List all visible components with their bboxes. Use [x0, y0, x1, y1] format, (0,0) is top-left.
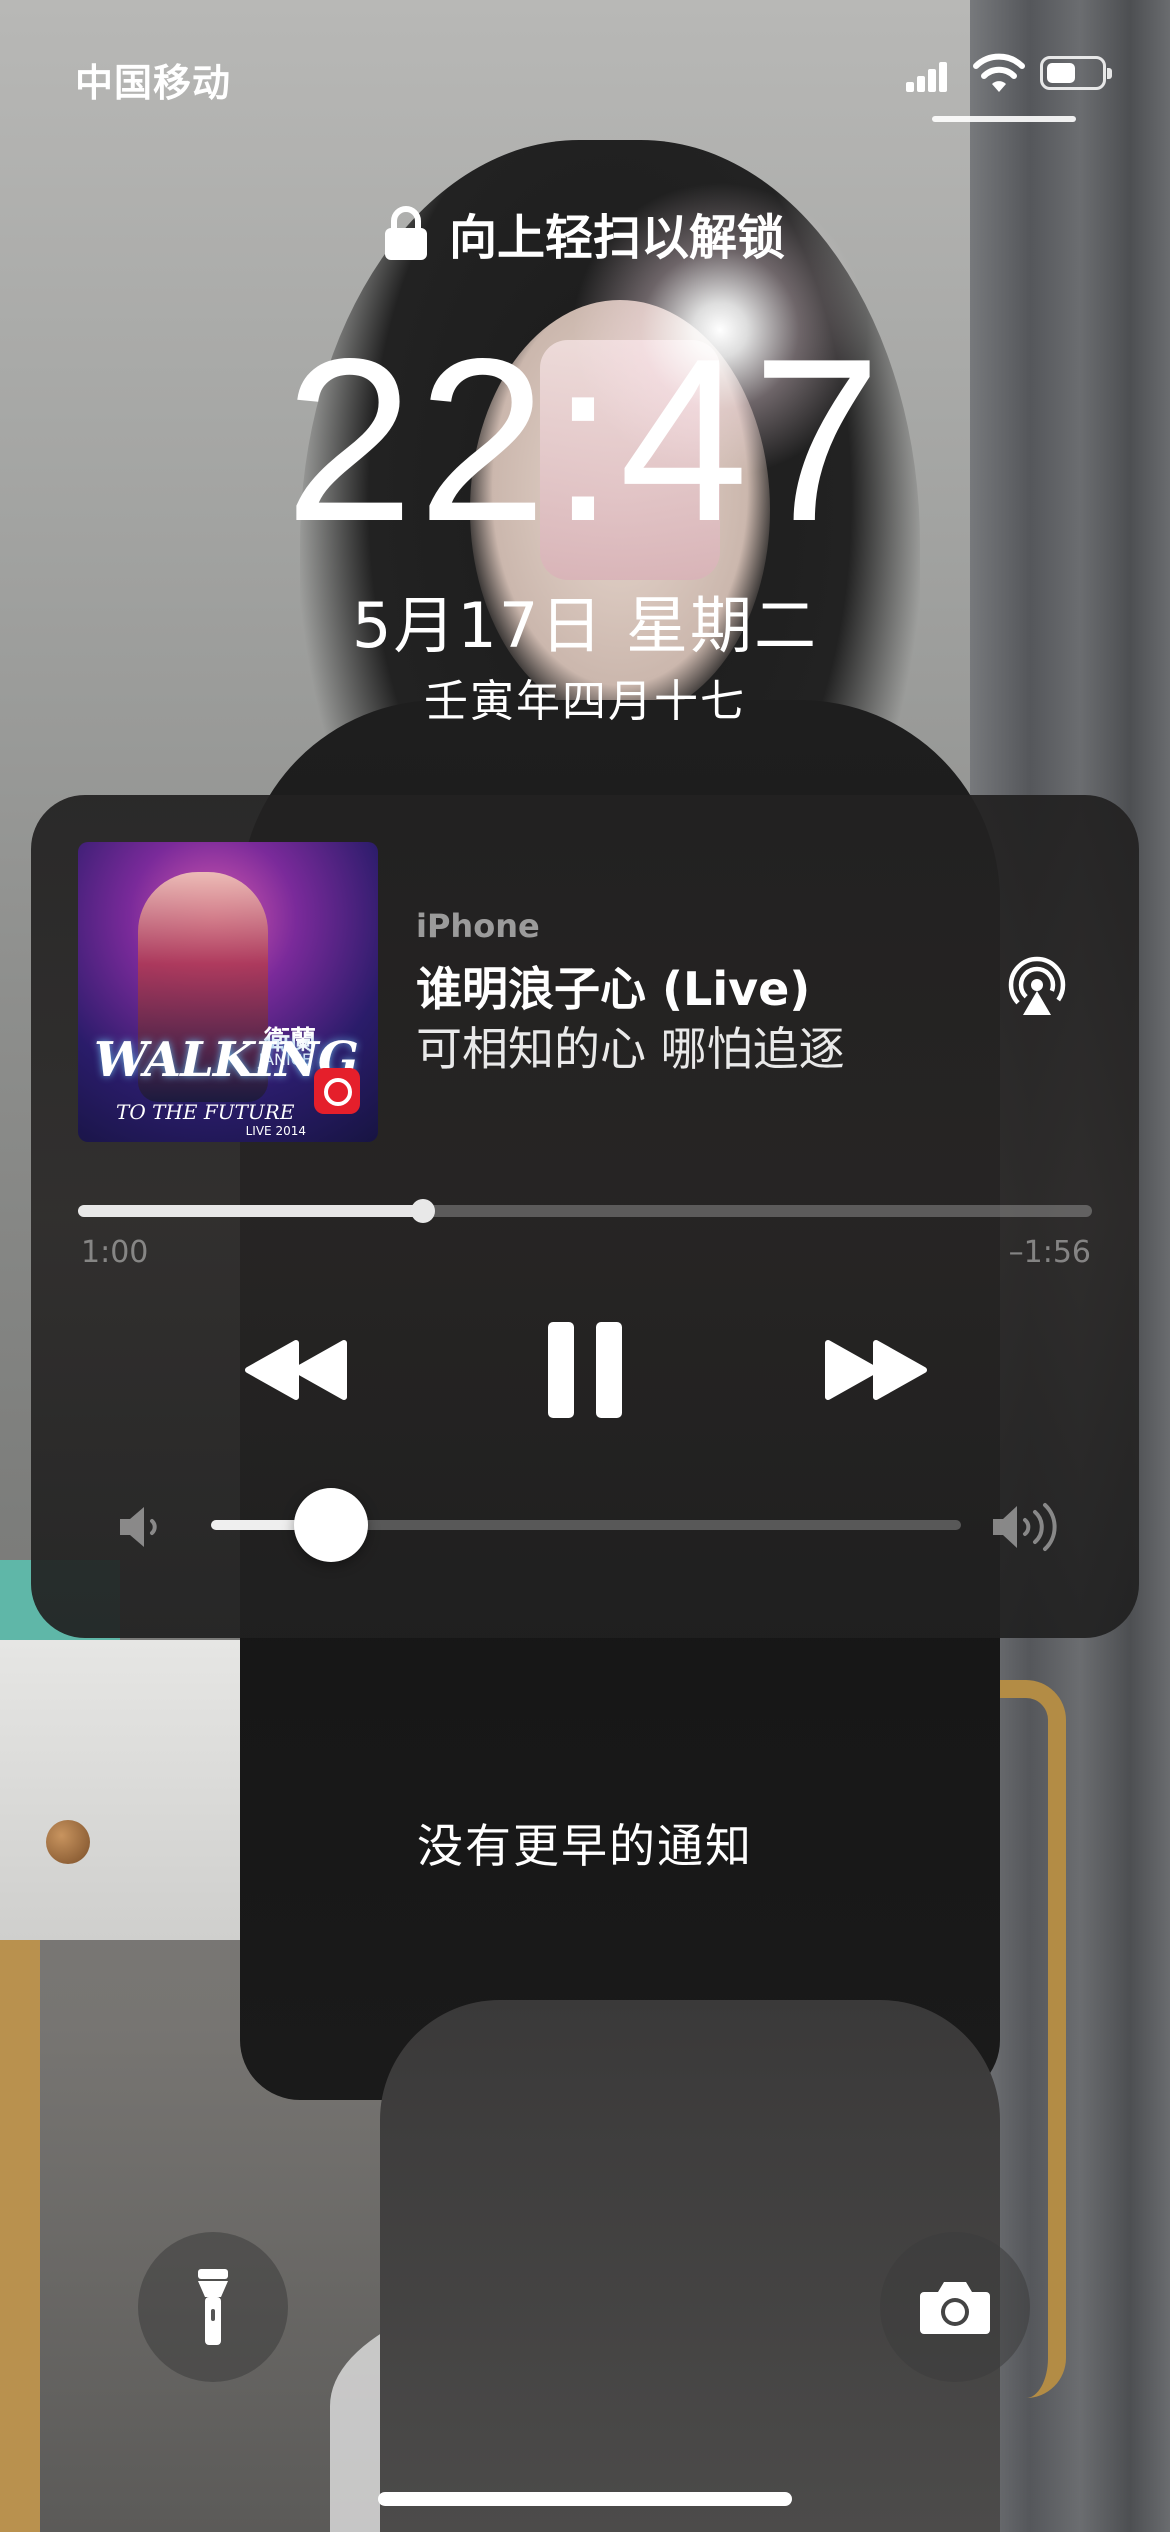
remaining-time: –1:56 — [1008, 1235, 1091, 1270]
pause-icon — [548, 1322, 622, 1418]
pause-button[interactable] — [535, 1315, 635, 1425]
now-playing-widget[interactable]: 衛蘭 JANICE WALKING TO THE FUTURE LIVE 201… — [31, 795, 1139, 1638]
camera-icon — [920, 2282, 990, 2334]
volume-knob[interactable] — [294, 1488, 368, 1562]
no-older-notifications: 没有更早的通知 — [417, 1819, 753, 1873]
netease-music-logo-icon — [314, 1068, 360, 1114]
control-center-indicator[interactable] — [932, 116, 1076, 122]
clock-time: 22:47 — [284, 311, 886, 570]
rewind-button[interactable] — [231, 1315, 361, 1425]
playback-scrubber[interactable] — [410, 1199, 435, 1223]
artwork-album-subtitle: TO THE FUTURE — [116, 1100, 295, 1124]
output-device-label: iPhone — [416, 907, 540, 945]
home-indicator[interactable] — [378, 2492, 792, 2506]
status-bar: 中国移动 — [0, 0, 1170, 150]
artwork-album-year: LIVE 2014 — [245, 1124, 306, 1138]
rewind-icon — [245, 1340, 347, 1400]
fast-forward-button[interactable] — [811, 1315, 941, 1425]
flashlight-icon — [198, 2269, 228, 2345]
wallpaper-desk-leg — [0, 1940, 40, 2532]
fast-forward-icon — [825, 1340, 927, 1400]
battery-icon — [1040, 56, 1112, 90]
playback-progress-fill — [78, 1205, 423, 1217]
song-title: 谁明浪子心 (Live) — [416, 962, 811, 1016]
volume-slider[interactable] — [211, 1488, 961, 1562]
lunar-date: 壬寅年四月十七 — [424, 676, 746, 727]
lock-icon — [384, 206, 427, 260]
unlock-hint-text: 向上轻扫以解锁 — [448, 210, 785, 266]
flashlight-button[interactable] — [138, 2232, 288, 2382]
album-artwork[interactable]: 衛蘭 JANICE WALKING TO THE FUTURE LIVE 201… — [78, 842, 378, 1142]
camera-button[interactable] — [880, 2232, 1030, 2382]
elapsed-time: 1:00 — [81, 1235, 149, 1270]
cellular-signal-icon — [906, 60, 948, 92]
unlock-hint: 向上轻扫以解锁 — [0, 198, 1170, 268]
volume-high-icon — [993, 1503, 1057, 1551]
song-lyric: 可相知的心 哪怕追逐 — [416, 1022, 845, 1076]
volume-low-icon — [120, 1507, 157, 1547]
carrier-name: 中国移动 — [75, 61, 232, 105]
clock-date: 5月17日 星期二 — [351, 589, 819, 662]
battery-level — [1047, 63, 1075, 83]
playback-progress-bar[interactable] — [78, 1199, 1092, 1223]
wifi-icon — [973, 53, 1025, 92]
airplay-icon[interactable] — [1005, 955, 1069, 1019]
